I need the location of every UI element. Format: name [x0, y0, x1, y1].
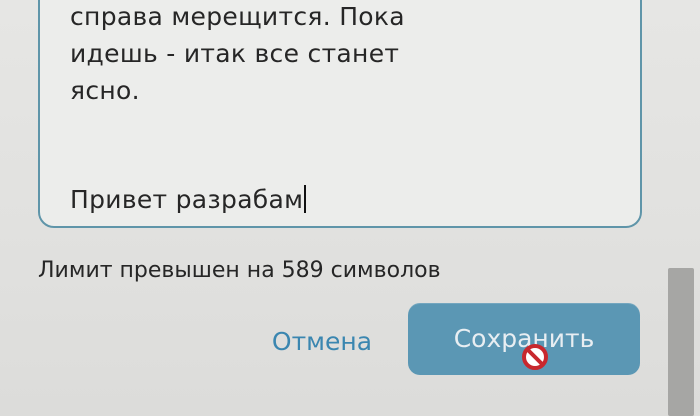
- text-line: справа мерещится. Пока: [70, 2, 405, 31]
- edit-dialog: справа мерещится. Пока идешь - итак все …: [0, 0, 700, 416]
- message-textarea[interactable]: справа мерещится. Пока идешь - итак все …: [38, 0, 642, 228]
- text-line: идешь - итак все станет: [70, 39, 400, 68]
- not-allowed-icon: [522, 344, 548, 370]
- cancel-button[interactable]: Отмена: [258, 320, 386, 364]
- scrollbar-thumb[interactable]: [668, 268, 694, 416]
- limit-exceeded-message: Лимит превышен на 589 символов: [38, 258, 441, 283]
- current-input-text: Привет разрабам: [70, 185, 304, 214]
- text-caret: [304, 185, 307, 213]
- current-input-line: Привет разрабам: [70, 185, 307, 214]
- text-line: ясно.: [70, 76, 140, 105]
